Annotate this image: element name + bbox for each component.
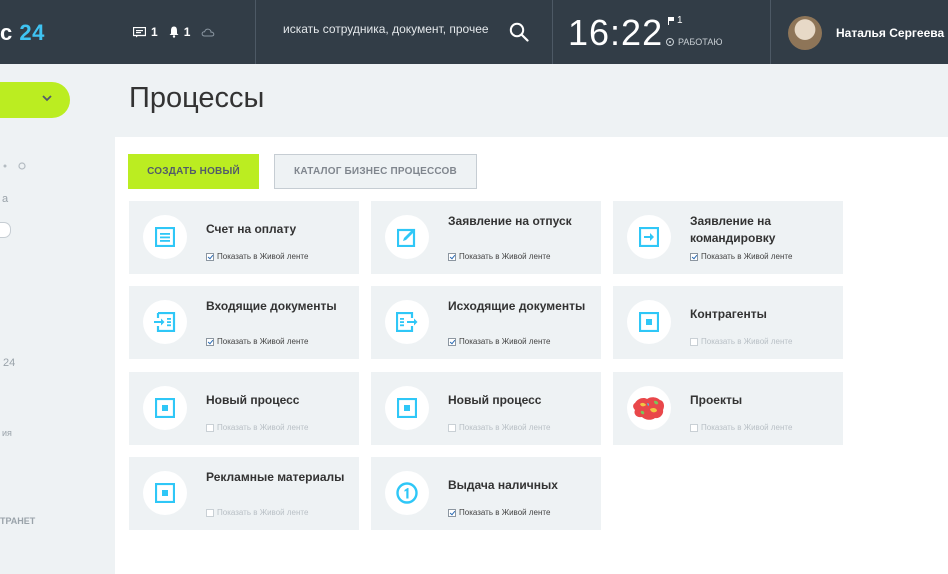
process-card[interactable]: Новый процесс Показать в Живой ленте bbox=[371, 372, 601, 445]
avatar[interactable] bbox=[788, 16, 822, 50]
chat-icon[interactable] bbox=[133, 26, 146, 38]
cloud-icon[interactable] bbox=[201, 28, 215, 37]
arrow-in-icon bbox=[627, 215, 671, 259]
checkbox-icon bbox=[690, 423, 698, 432]
checkbox-icon bbox=[690, 337, 698, 346]
sidebar-item-fragment[interactable]: 24 bbox=[3, 357, 15, 369]
divider bbox=[255, 0, 256, 64]
feed-checkbox[interactable]: Показать в Живой ленте bbox=[448, 337, 550, 346]
feed-checkbox[interactable]: Показать в Живой ленте bbox=[448, 252, 550, 261]
sidebar-item-fragment[interactable]: а bbox=[2, 193, 8, 205]
work-status[interactable]: РАБОТАЮ bbox=[666, 37, 723, 47]
status-icon bbox=[666, 38, 674, 46]
bell-icon[interactable] bbox=[169, 26, 179, 38]
flag-counter[interactable]: 1 bbox=[668, 15, 683, 26]
square-icon bbox=[627, 300, 671, 344]
process-name: Заявление на отпуск bbox=[448, 214, 572, 228]
process-name: Новый процесс bbox=[448, 393, 542, 407]
process-name: Новый процесс bbox=[206, 393, 300, 407]
map-image-icon bbox=[627, 386, 671, 430]
process-name: Входящие документы bbox=[206, 299, 337, 313]
page-title: Процессы bbox=[129, 82, 265, 114]
chevron-down-icon bbox=[42, 95, 52, 102]
process-name: Выдача наличных bbox=[448, 478, 558, 492]
process-card[interactable]: Заявление на отпуск Показать в Живой лен… bbox=[371, 201, 601, 274]
sidebar-dot-icon bbox=[2, 157, 26, 175]
sidebar-toggle[interactable] bbox=[0, 222, 11, 238]
divider bbox=[552, 0, 553, 64]
process-name: Контрагенты bbox=[690, 307, 767, 321]
search-icon[interactable] bbox=[509, 22, 529, 47]
square-icon bbox=[143, 471, 187, 515]
feed-checkbox[interactable]: Показать в Живой ленте bbox=[690, 423, 792, 432]
invoice-icon bbox=[143, 215, 187, 259]
clock[interactable]: 16:22 bbox=[568, 12, 663, 54]
incoming-docs-icon bbox=[143, 300, 187, 344]
process-name: Счет на оплату bbox=[206, 222, 297, 236]
process-card[interactable]: Счет на оплату Показать в Живой ленте bbox=[129, 201, 359, 274]
flag-icon bbox=[668, 16, 674, 25]
checkbox-icon bbox=[206, 508, 214, 517]
checkbox-icon bbox=[206, 337, 214, 346]
feed-checkbox[interactable]: Показать в Живой ленте bbox=[206, 252, 308, 261]
logo[interactable]: с 24 bbox=[0, 20, 45, 46]
checkbox-icon bbox=[206, 423, 214, 432]
outgoing-docs-icon bbox=[385, 300, 429, 344]
process-card[interactable]: Новый процесс Показать в Живой ленте bbox=[129, 372, 359, 445]
process-card[interactable]: Проекты Показать в Живой ленте bbox=[613, 372, 843, 445]
process-name: Рекламные материалы bbox=[206, 470, 345, 484]
process-card[interactable]: Исходящие документы Показать в Живой лен… bbox=[371, 286, 601, 359]
feed-checkbox[interactable]: Показать в Живой ленте bbox=[690, 337, 792, 346]
process-name: Исходящие документы bbox=[448, 299, 586, 313]
work-status-label: РАБОТАЮ bbox=[678, 37, 723, 47]
feed-checkbox[interactable]: Показать в Живой ленте bbox=[448, 508, 550, 517]
chat-count: 1 bbox=[151, 25, 158, 39]
sidebar-menu-button[interactable] bbox=[0, 82, 70, 118]
feed-checkbox[interactable]: Показать в Живой ленте bbox=[448, 423, 550, 432]
checkbox-icon bbox=[448, 423, 456, 432]
checkbox-icon bbox=[448, 508, 456, 517]
process-card[interactable]: Выдача наличных Показать в Живой ленте bbox=[371, 457, 601, 530]
search-input[interactable]: искать сотрудника, документ, прочее bbox=[283, 22, 498, 36]
checkbox-icon bbox=[448, 337, 456, 346]
process-card[interactable]: Контрагенты Показать в Живой ленте bbox=[613, 286, 843, 359]
process-card[interactable]: Входящие документы Показать в Живой лент… bbox=[129, 286, 359, 359]
square-icon bbox=[385, 386, 429, 430]
notification-count: 1 bbox=[183, 25, 191, 39]
top-bar: с 24 1 1 искать сотрудника, документ, пр… bbox=[0, 0, 948, 64]
checkbox-icon bbox=[448, 252, 456, 261]
catalog-button[interactable]: КАТАЛОГ БИЗНЕС ПРОЦЕССОВ bbox=[274, 154, 477, 189]
create-new-button[interactable]: СОЗДАТЬ НОВЫЙ bbox=[128, 154, 259, 189]
counters: 1 1 bbox=[133, 25, 215, 39]
sidebar-item-fragment[interactable]: ТРАНЕТ bbox=[0, 516, 35, 526]
user-name[interactable]: Наталья Сергеева bbox=[836, 26, 944, 40]
divider bbox=[770, 0, 771, 64]
sidebar-item-fragment[interactable]: ия bbox=[2, 428, 12, 438]
checkbox-icon bbox=[690, 252, 698, 261]
cash-icon bbox=[385, 471, 429, 515]
process-card[interactable]: Рекламные материалы Показать в Живой лен… bbox=[129, 457, 359, 530]
process-card[interactable]: Заявление на командировку Показать в Жив… bbox=[613, 201, 843, 274]
feed-checkbox[interactable]: Показать в Живой ленте bbox=[690, 252, 792, 261]
process-name: Заявление на командировку bbox=[690, 214, 776, 245]
flag-count: 1 bbox=[677, 15, 683, 26]
checkbox-icon bbox=[206, 252, 214, 261]
feed-checkbox[interactable]: Показать в Живой ленте bbox=[206, 337, 308, 346]
process-name: Проекты bbox=[690, 393, 743, 407]
feed-checkbox[interactable]: Показать в Живой ленте bbox=[206, 508, 308, 517]
square-icon bbox=[143, 386, 187, 430]
edit-icon bbox=[385, 215, 429, 259]
feed-checkbox[interactable]: Показать в Живой ленте bbox=[206, 423, 308, 432]
